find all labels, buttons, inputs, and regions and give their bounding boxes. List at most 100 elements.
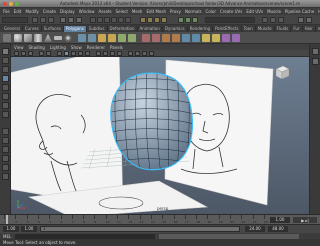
uv-editor-icon[interactable] xyxy=(222,34,230,42)
render-icon[interactable] xyxy=(178,17,184,23)
layout-icon[interactable] xyxy=(298,17,304,23)
merge-icon[interactable] xyxy=(212,34,220,42)
rotate-tool-icon[interactable] xyxy=(2,84,9,91)
cube-icon[interactable] xyxy=(24,34,32,42)
menu-item[interactable]: File xyxy=(3,9,10,14)
start-time-field[interactable]: 1.00 xyxy=(3,226,19,232)
mask-icon-5[interactable] xyxy=(118,17,124,23)
save-scene-icon[interactable] xyxy=(48,17,54,23)
wireframe-icon[interactable] xyxy=(57,51,62,56)
menu-item[interactable]: Edit xyxy=(14,9,22,14)
channel-box-tab[interactable] xyxy=(312,58,319,65)
offset-edge-loop-icon[interactable] xyxy=(192,34,200,42)
ipr-render-icon[interactable] xyxy=(185,17,191,23)
extract-icon[interactable] xyxy=(98,34,106,42)
range-bar[interactable]: 1 xyxy=(40,226,240,232)
persp-graph-icon[interactable] xyxy=(2,155,9,162)
play-icon[interactable]: ▶ xyxy=(301,218,304,223)
select-by-object-icon[interactable] xyxy=(68,17,74,23)
playback-end-field[interactable]: 24.00 xyxy=(245,226,265,232)
open-scene-icon[interactable] xyxy=(40,17,46,23)
mirror-icon[interactable] xyxy=(118,34,126,42)
snap-curve-icon[interactable] xyxy=(147,17,153,23)
ambient-occlusion-icon[interactable] xyxy=(103,51,108,56)
channel-box-toggle-icon[interactable] xyxy=(278,17,284,23)
split-polygon-icon[interactable] xyxy=(172,34,180,42)
menu-item[interactable]: Color xyxy=(206,9,216,14)
menu-item[interactable]: Window xyxy=(79,9,95,14)
xray-components-icon[interactable] xyxy=(149,51,154,56)
layout-icon-2[interactable] xyxy=(306,17,312,23)
sphere-icon[interactable] xyxy=(14,34,22,42)
panel-menu-item[interactable]: Lighting xyxy=(50,45,66,50)
outliner-icon[interactable] xyxy=(2,173,9,180)
last-tool-icon[interactable] xyxy=(2,111,9,118)
bookmark-icon[interactable] xyxy=(28,51,33,56)
smooth-shade-icon[interactable] xyxy=(64,51,69,56)
input-field[interactable] xyxy=(205,17,255,23)
menu-item[interactable]: Mesh xyxy=(132,9,143,14)
bridge-icon[interactable] xyxy=(152,34,160,42)
anti-aliasing-icon[interactable] xyxy=(117,51,122,56)
current-frame-field[interactable]: 1.00 xyxy=(270,217,290,223)
menu-item[interactable]: Normals xyxy=(185,9,202,14)
snap-view-icon[interactable] xyxy=(161,17,167,23)
snap-point-icon[interactable] xyxy=(154,17,160,23)
smooth-icon[interactable] xyxy=(108,34,116,42)
lasso-icon[interactable] xyxy=(2,57,9,64)
camera-attributes-icon[interactable] xyxy=(21,51,26,56)
grid-toggle-icon[interactable] xyxy=(46,51,51,56)
minimize-icon[interactable] xyxy=(9,2,13,6)
textured-icon[interactable] xyxy=(78,51,83,56)
menu-item[interactable]: Pipeline Cache xyxy=(285,9,314,14)
four-view-icon[interactable] xyxy=(2,137,9,144)
command-input[interactable] xyxy=(15,233,156,239)
shelf-options-icon[interactable] xyxy=(3,34,11,42)
xray-icon[interactable] xyxy=(135,51,140,56)
menu-item[interactable]: Muscle xyxy=(267,9,281,14)
menu-item[interactable]: Select xyxy=(116,9,128,14)
zoom-icon[interactable] xyxy=(15,2,19,6)
end-time-field[interactable]: 48.00 xyxy=(268,226,288,232)
menu-item[interactable]: Edit UVs xyxy=(246,9,263,14)
new-scene-icon[interactable] xyxy=(32,17,38,23)
tool-settings-toggle-icon[interactable] xyxy=(270,17,276,23)
scale-tool-icon[interactable] xyxy=(2,93,9,100)
manipulator-icon[interactable] xyxy=(2,102,9,109)
perspective-viewport[interactable]: persp xyxy=(11,57,309,214)
paint-select-icon[interactable] xyxy=(2,66,9,73)
move-tool-icon[interactable] xyxy=(2,75,9,82)
select-by-component-icon[interactable] xyxy=(76,17,82,23)
cylinder-icon[interactable] xyxy=(34,34,42,42)
next-frame-icon[interactable]: ▸| xyxy=(305,218,308,223)
xray-joints-icon[interactable] xyxy=(142,51,147,56)
shadows-icon[interactable] xyxy=(96,51,101,56)
menu-item[interactable]: Edit Mesh xyxy=(146,9,166,14)
menu-item[interactable]: Assets xyxy=(99,9,112,14)
camera-icon[interactable] xyxy=(14,51,19,56)
separate-icon[interactable] xyxy=(88,34,96,42)
bevel-icon[interactable] xyxy=(202,34,210,42)
render-settings-icon[interactable] xyxy=(192,17,198,23)
mask-icon-2[interactable] xyxy=(97,17,103,23)
menu-set-dropdown[interactable] xyxy=(2,17,28,23)
boolean-icon[interactable] xyxy=(128,34,136,42)
insert-edge-loop-icon[interactable] xyxy=(182,34,190,42)
mask-icon-4[interactable] xyxy=(111,17,117,23)
mask-icon-6[interactable] xyxy=(125,17,131,23)
panel-menu-item[interactable]: View xyxy=(14,45,24,50)
mask-icon-1[interactable] xyxy=(90,17,96,23)
view-cube-icon[interactable] xyxy=(273,63,291,81)
command-language-label[interactable]: MEL xyxy=(3,234,11,239)
hypershade-layout-icon[interactable] xyxy=(2,164,9,171)
single-view-icon[interactable] xyxy=(2,128,9,135)
menu-item[interactable]: Modify xyxy=(25,9,38,14)
motion-blur-icon[interactable] xyxy=(110,51,115,56)
time-slider[interactable]: 1 2 3 4 5 6 7 8 9 10 11 12 13 14 15 16 17 18 19 20 21 22 23 24 … xyxy=(0,214,320,225)
persp-outliner-icon[interactable] xyxy=(2,146,9,153)
snap-grid-icon[interactable] xyxy=(140,17,146,23)
image-plane-icon[interactable] xyxy=(39,51,44,56)
close-icon[interactable] xyxy=(3,2,7,6)
combine-icon[interactable] xyxy=(78,34,86,42)
extrude-icon[interactable] xyxy=(142,34,150,42)
